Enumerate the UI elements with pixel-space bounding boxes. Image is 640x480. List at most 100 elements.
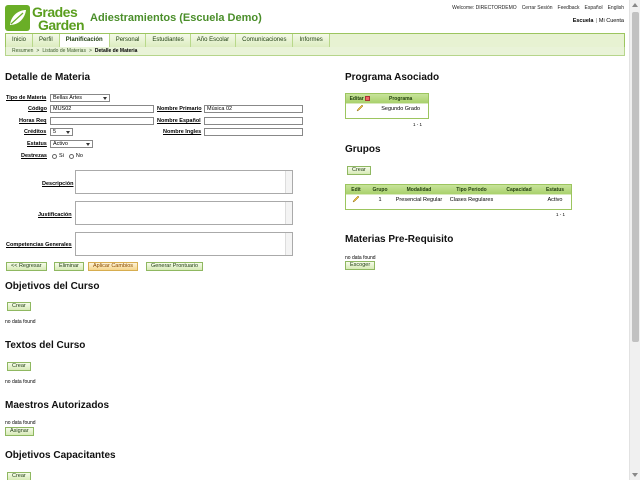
creditos-label: Créditos bbox=[24, 129, 47, 135]
breadcrumb-separator: > bbox=[36, 48, 40, 54]
feedback-link[interactable]: Feedback bbox=[558, 5, 580, 11]
pencil-icon[interactable] bbox=[352, 195, 360, 203]
logout-link[interactable]: Cerrar Sesión bbox=[522, 5, 553, 11]
maestros-asignar-button[interactable]: Asignar bbox=[5, 427, 34, 436]
objetivos-title: Objetivos del Curso bbox=[5, 281, 100, 292]
maestros-title: Maestros Autorizados bbox=[5, 400, 110, 411]
edit-cell bbox=[346, 104, 373, 114]
tab-ano-escolar[interactable]: Año Escolar bbox=[190, 34, 237, 47]
capacitantes-title: Objetivos Capacitantes bbox=[5, 450, 116, 461]
textarea-scrollbar[interactable] bbox=[285, 233, 292, 255]
radio-si[interactable] bbox=[52, 153, 57, 159]
breadcrumb-listado[interactable]: Listado de Materias bbox=[42, 47, 86, 55]
breadcrumb-resumen[interactable]: Resumen bbox=[12, 47, 33, 55]
tab-personal[interactable]: Personal bbox=[109, 34, 147, 47]
header-modalidad[interactable]: Modalidad bbox=[394, 187, 444, 193]
tab-inicio[interactable]: Inicio bbox=[6, 34, 34, 47]
creditos-select[interactable]: 5 bbox=[50, 128, 73, 136]
header-edit[interactable]: Edit bbox=[346, 187, 366, 193]
breadcrumb: Resumen > Listado de Materias > Detalle … bbox=[5, 47, 625, 56]
grupos-table: Edit Grupo Modalidad Tipo Periodo Capaci… bbox=[345, 184, 572, 210]
modalidad-cell: Presencial Regular bbox=[395, 196, 443, 203]
descripcion-label: Descripción bbox=[42, 181, 74, 187]
nombre-primario-label: Nombre Primario bbox=[157, 106, 202, 112]
scroll-up-icon[interactable] bbox=[632, 3, 638, 7]
nombre-ingles-input[interactable] bbox=[204, 128, 303, 136]
textarea-scrollbar[interactable] bbox=[285, 171, 292, 193]
detalle-title: Detalle de Materia bbox=[5, 72, 91, 83]
justificacion-textarea[interactable] bbox=[75, 201, 293, 225]
textos-empty: no data found bbox=[5, 379, 36, 385]
grupos-pager: 1 - 1 bbox=[556, 212, 566, 217]
regresar-button[interactable]: << Regresar bbox=[6, 262, 47, 271]
competencias-textarea[interactable] bbox=[75, 232, 293, 256]
horas-req-input[interactable] bbox=[50, 117, 154, 125]
sort-icon[interactable] bbox=[364, 96, 370, 101]
page-scrollbar[interactable] bbox=[629, 0, 640, 480]
tab-planificacion[interactable]: Planificación bbox=[59, 34, 110, 47]
tab-estudiantes[interactable]: Estudiantes bbox=[146, 34, 191, 47]
radio-no-label: No bbox=[75, 153, 83, 159]
tab-comunicaciones[interactable]: Comunicaciones bbox=[236, 34, 294, 47]
aplicar-cambios-button[interactable]: Aplicar Cambios bbox=[88, 262, 139, 271]
school-link[interactable]: Escuela bbox=[573, 18, 594, 24]
grupos-crear-button[interactable]: Crear bbox=[347, 166, 371, 175]
grupos-title: Grupos bbox=[345, 144, 381, 155]
objetivos-crear-button[interactable]: Crear bbox=[7, 302, 31, 311]
scroll-down-icon[interactable] bbox=[632, 473, 638, 477]
header-programa[interactable]: Programa bbox=[373, 96, 428, 102]
header-grupo[interactable]: Grupo bbox=[366, 187, 394, 193]
programa-table: Editar Programa Segundo Grado bbox=[345, 93, 429, 119]
programa-pager: 1 - 1 bbox=[413, 122, 423, 127]
programa-cell: Segundo Grado bbox=[381, 105, 421, 112]
textarea-scrollbar[interactable] bbox=[285, 202, 292, 224]
maestros-empty: no data found bbox=[5, 420, 36, 426]
generar-prontuario-button[interactable]: Generar Prontuario bbox=[146, 262, 204, 271]
textos-crear-button[interactable]: Crear bbox=[7, 362, 31, 371]
programa-title: Programa Asociado bbox=[345, 72, 440, 83]
edit-cell bbox=[346, 195, 366, 205]
top-links: Welcome: DIRECTORDEMO Cerrar Sesión Feed… bbox=[452, 5, 624, 11]
nombre-espanol-label: Nombre Español bbox=[157, 118, 201, 124]
destrezas-radio-group: Si No bbox=[52, 153, 83, 159]
prereq-escoger-button[interactable]: Escoger bbox=[345, 261, 376, 270]
capacitantes-crear-button[interactable]: Crear bbox=[7, 472, 31, 480]
tab-informes[interactable]: Informes bbox=[293, 34, 330, 47]
account-link[interactable]: Mi Cuenta bbox=[599, 18, 624, 24]
estatus-label: Estatus bbox=[27, 141, 47, 147]
english-link[interactable]: English bbox=[608, 5, 624, 11]
school-link-separator: | bbox=[595, 18, 597, 24]
radio-no[interactable] bbox=[68, 153, 74, 159]
programa-table-header: Editar Programa bbox=[346, 94, 428, 103]
textos-title: Textos del Curso bbox=[5, 340, 86, 351]
eliminar-button[interactable]: Eliminar bbox=[54, 262, 84, 271]
tipo-materia-label: Tipo de Materia bbox=[6, 95, 47, 101]
spanish-link[interactable]: Español bbox=[585, 5, 603, 11]
grades-garden-logo[interactable]: Grades Garden bbox=[5, 4, 87, 33]
tab-perfil[interactable]: Perfil bbox=[33, 34, 60, 47]
breadcrumb-current: Detalle de Materia bbox=[94, 48, 138, 54]
nombre-primario-input[interactable]: Música 02 bbox=[204, 105, 303, 113]
competencias-label: Competencias Generales bbox=[6, 242, 72, 248]
tipo-materia-select[interactable]: Bellas Artes bbox=[50, 94, 110, 102]
header-editar[interactable]: Editar bbox=[346, 96, 373, 102]
logo-text-garden: Garden bbox=[38, 17, 85, 33]
nombre-espanol-input[interactable] bbox=[204, 117, 303, 125]
prereq-title: Materias Pre-Requisito bbox=[345, 234, 454, 245]
destrezas-label: Destrezas bbox=[21, 153, 47, 159]
header-tipo-periodo[interactable]: Tipo Periodo bbox=[444, 187, 499, 193]
descripcion-textarea[interactable] bbox=[75, 170, 293, 194]
grupos-table-header: Edit Grupo Modalidad Tipo Periodo Capaci… bbox=[346, 185, 571, 194]
breadcrumb-separator: > bbox=[88, 48, 92, 54]
pencil-icon[interactable] bbox=[356, 104, 364, 112]
estatus-select[interactable]: Activo bbox=[50, 140, 93, 148]
objetivos-empty: no data found bbox=[5, 319, 36, 325]
justificacion-label: Justificación bbox=[38, 212, 72, 218]
table-row: 1 Presencial Regular Clases Regulares Ac… bbox=[346, 194, 571, 204]
codigo-label: Código bbox=[28, 106, 47, 112]
scrollbar-thumb[interactable] bbox=[632, 12, 639, 342]
header-estatus[interactable]: Estatus bbox=[539, 187, 571, 193]
codigo-input[interactable]: MUS02 bbox=[50, 105, 154, 113]
header-capacidad[interactable]: Capacidad bbox=[499, 187, 539, 193]
tipo-periodo-cell: Clases Regulares bbox=[449, 196, 494, 203]
